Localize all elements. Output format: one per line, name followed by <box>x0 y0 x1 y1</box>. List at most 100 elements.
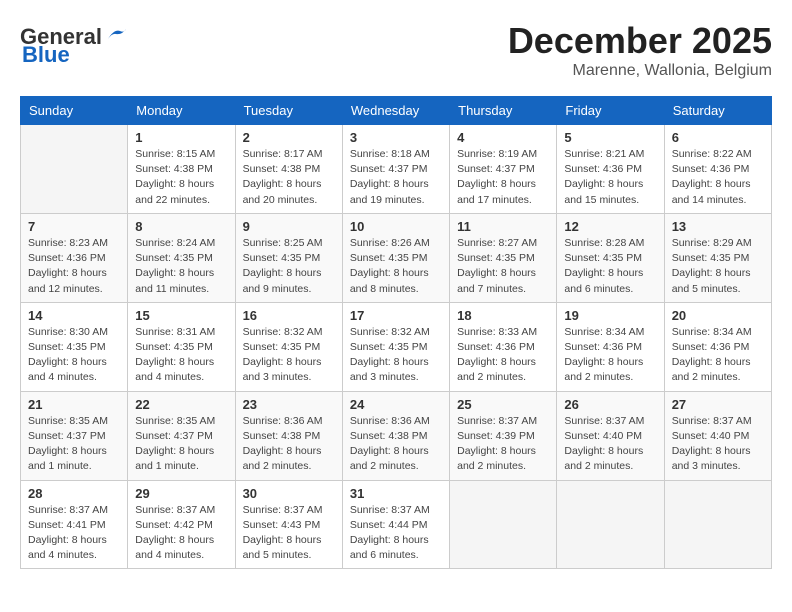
calendar-cell: 27Sunrise: 8:37 AMSunset: 4:40 PMDayligh… <box>664 391 771 480</box>
calendar-table: SundayMondayTuesdayWednesdayThursdayFrid… <box>20 96 772 569</box>
calendar-cell: 6 Sunrise: 8:22 AMSunset: 4:36 PMDaylight… <box>664 125 771 214</box>
day-info: Sunrise: 8:28 AMSunset: 4:35 PMDaylight:… <box>564 236 656 297</box>
day-info: Sunrise: 8:27 AMSunset: 4:35 PMDaylight:… <box>457 236 549 297</box>
day-info: Sunrise: 8:19 AMSunset: 4:37 PMDaylight:… <box>457 147 549 208</box>
day-number: 29 <box>135 486 227 501</box>
calendar-cell: 13 Sunrise: 8:29 AMSunset: 4:35 PMDayligh… <box>664 213 771 302</box>
calendar-cell: 29 Sunrise: 8:37 AMSunset: 4:42 PMDayligh… <box>128 480 235 569</box>
day-number: 22 <box>135 397 227 412</box>
day-info: Sunrise: 8:22 AMSunset: 4:36 PMDaylight:… <box>672 147 764 208</box>
calendar-cell: 21 Sunrise: 8:35 AMSunset: 4:37 PMDayligh… <box>21 391 128 480</box>
day-info: Sunrise: 8:37 AMSunset: 4:41 PMDaylight:… <box>28 503 120 564</box>
day-number: 20 <box>672 308 764 323</box>
col-header-monday: Monday <box>128 97 235 125</box>
day-info: Sunrise: 8:25 AMSunset: 4:35 PMDaylight:… <box>243 236 335 297</box>
location-subtitle: Marenne, Wallonia, Belgium <box>508 62 772 80</box>
calendar-cell: 17 Sunrise: 8:32 AMSunset: 4:35 PMDayligh… <box>342 302 449 391</box>
day-number: 13 <box>672 219 764 234</box>
day-info: Sunrise: 8:34 AMSunset: 4:36 PMDaylight:… <box>672 325 764 386</box>
calendar-cell <box>664 480 771 569</box>
calendar-cell: 26 Sunrise: 8:37 AMSunset: 4:40 PMDayligh… <box>557 391 664 480</box>
calendar-week-row: 21 Sunrise: 8:35 AMSunset: 4:37 PMDayligh… <box>21 391 772 480</box>
calendar-cell: 1 Sunrise: 8:15 AMSunset: 4:38 PMDaylight… <box>128 125 235 214</box>
day-number: 19 <box>564 308 656 323</box>
day-info: Sunrise: 8:32 AMSunset: 4:35 PMDaylight:… <box>350 325 442 386</box>
day-number: 3 <box>350 130 442 145</box>
page-header: General Blue December 2025 Marenne, Wall… <box>20 20 772 80</box>
day-info: Sunrise: 8:33 AMSunset: 4:36 PMDaylight:… <box>457 325 549 386</box>
day-info: Sunrise: 8:36 AMSunset: 4:38 PMDaylight:… <box>243 414 335 475</box>
day-number: 26 <box>564 397 656 412</box>
calendar-week-row: 7 Sunrise: 8:23 AMSunset: 4:36 PMDaylight… <box>21 213 772 302</box>
calendar-cell: 30 Sunrise: 8:37 AMSunset: 4:43 PMDayligh… <box>235 480 342 569</box>
day-info: Sunrise: 8:21 AMSunset: 4:36 PMDaylight:… <box>564 147 656 208</box>
calendar-cell: 2 Sunrise: 8:17 AMSunset: 4:38 PMDaylight… <box>235 125 342 214</box>
day-info: Sunrise: 8:37 AMSunset: 4:39 PMDaylight:… <box>457 414 549 475</box>
day-number: 2 <box>243 130 335 145</box>
day-number: 21 <box>28 397 120 412</box>
day-number: 1 <box>135 130 227 145</box>
day-info: Sunrise: 8:35 AMSunset: 4:37 PMDaylight:… <box>28 414 120 475</box>
col-header-sunday: Sunday <box>21 97 128 125</box>
col-header-saturday: Saturday <box>664 97 771 125</box>
day-number: 15 <box>135 308 227 323</box>
day-number: 28 <box>28 486 120 501</box>
day-number: 25 <box>457 397 549 412</box>
day-info: Sunrise: 8:34 AMSunset: 4:36 PMDaylight:… <box>564 325 656 386</box>
calendar-cell: 10 Sunrise: 8:26 AMSunset: 4:35 PMDayligh… <box>342 213 449 302</box>
day-info: Sunrise: 8:35 AMSunset: 4:37 PMDaylight:… <box>135 414 227 475</box>
day-number: 16 <box>243 308 335 323</box>
title-area: December 2025 Marenne, Wallonia, Belgium <box>508 20 772 80</box>
calendar-cell: 23 Sunrise: 8:36 AMSunset: 4:38 PMDayligh… <box>235 391 342 480</box>
day-number: 23 <box>243 397 335 412</box>
calendar-cell: 7 Sunrise: 8:23 AMSunset: 4:36 PMDaylight… <box>21 213 128 302</box>
day-number: 12 <box>564 219 656 234</box>
day-info: Sunrise: 8:26 AMSunset: 4:35 PMDaylight:… <box>350 236 442 297</box>
day-number: 30 <box>243 486 335 501</box>
calendar-cell: 5Sunrise: 8:21 AMSunset: 4:36 PMDaylight… <box>557 125 664 214</box>
day-info: Sunrise: 8:23 AMSunset: 4:36 PMDaylight:… <box>28 236 120 297</box>
day-info: Sunrise: 8:30 AMSunset: 4:35 PMDaylight:… <box>28 325 120 386</box>
day-number: 31 <box>350 486 442 501</box>
day-info: Sunrise: 8:37 AMSunset: 4:40 PMDaylight:… <box>564 414 656 475</box>
day-number: 7 <box>28 219 120 234</box>
day-info: Sunrise: 8:29 AMSunset: 4:35 PMDaylight:… <box>672 236 764 297</box>
calendar-cell: 3Sunrise: 8:18 AMSunset: 4:37 PMDaylight… <box>342 125 449 214</box>
day-number: 11 <box>457 219 549 234</box>
calendar-cell: 12 Sunrise: 8:28 AMSunset: 4:35 PMDayligh… <box>557 213 664 302</box>
logo-blue-text: Blue <box>22 44 70 66</box>
day-number: 10 <box>350 219 442 234</box>
day-info: Sunrise: 8:37 AMSunset: 4:42 PMDaylight:… <box>135 503 227 564</box>
calendar-cell: 16 Sunrise: 8:32 AMSunset: 4:35 PMDayligh… <box>235 302 342 391</box>
col-header-wednesday: Wednesday <box>342 97 449 125</box>
day-info: Sunrise: 8:15 AMSunset: 4:38 PMDaylight:… <box>135 147 227 208</box>
day-info: Sunrise: 8:17 AMSunset: 4:38 PMDaylight:… <box>243 147 335 208</box>
calendar-cell: 19 Sunrise: 8:34 AMSunset: 4:36 PMDayligh… <box>557 302 664 391</box>
logo-bird-icon <box>106 27 128 43</box>
calendar-cell: 14 Sunrise: 8:30 AMSunset: 4:35 PMDayligh… <box>21 302 128 391</box>
day-number: 9 <box>243 219 335 234</box>
day-info: Sunrise: 8:37 AMSunset: 4:43 PMDaylight:… <box>243 503 335 564</box>
calendar-cell: 25 Sunrise: 8:37 AMSunset: 4:39 PMDayligh… <box>450 391 557 480</box>
calendar-cell: 18Sunrise: 8:33 AMSunset: 4:36 PMDayligh… <box>450 302 557 391</box>
day-number: 14 <box>28 308 120 323</box>
col-header-tuesday: Tuesday <box>235 97 342 125</box>
calendar-week-row: 14 Sunrise: 8:30 AMSunset: 4:35 PMDayligh… <box>21 302 772 391</box>
calendar-cell: 20 Sunrise: 8:34 AMSunset: 4:36 PMDayligh… <box>664 302 771 391</box>
month-year-title: December 2025 <box>508 20 772 62</box>
day-info: Sunrise: 8:24 AMSunset: 4:35 PMDaylight:… <box>135 236 227 297</box>
calendar-cell: 8Sunrise: 8:24 AMSunset: 4:35 PMDaylight… <box>128 213 235 302</box>
calendar-cell: 15 Sunrise: 8:31 AMSunset: 4:35 PMDayligh… <box>128 302 235 391</box>
day-info: Sunrise: 8:31 AMSunset: 4:35 PMDaylight:… <box>135 325 227 386</box>
col-header-friday: Friday <box>557 97 664 125</box>
calendar-cell: 11 Sunrise: 8:27 AMSunset: 4:35 PMDayligh… <box>450 213 557 302</box>
day-info: Sunrise: 8:37 AMSunset: 4:40 PMDaylight:… <box>672 414 764 475</box>
day-number: 6 <box>672 130 764 145</box>
day-number: 17 <box>350 308 442 323</box>
calendar-header-row: SundayMondayTuesdayWednesdayThursdayFrid… <box>21 97 772 125</box>
calendar-cell <box>450 480 557 569</box>
calendar-cell: 24Sunrise: 8:36 AMSunset: 4:38 PMDayligh… <box>342 391 449 480</box>
day-info: Sunrise: 8:32 AMSunset: 4:35 PMDaylight:… <box>243 325 335 386</box>
calendar-cell <box>557 480 664 569</box>
calendar-cell: 28 Sunrise: 8:37 AMSunset: 4:41 PMDayligh… <box>21 480 128 569</box>
